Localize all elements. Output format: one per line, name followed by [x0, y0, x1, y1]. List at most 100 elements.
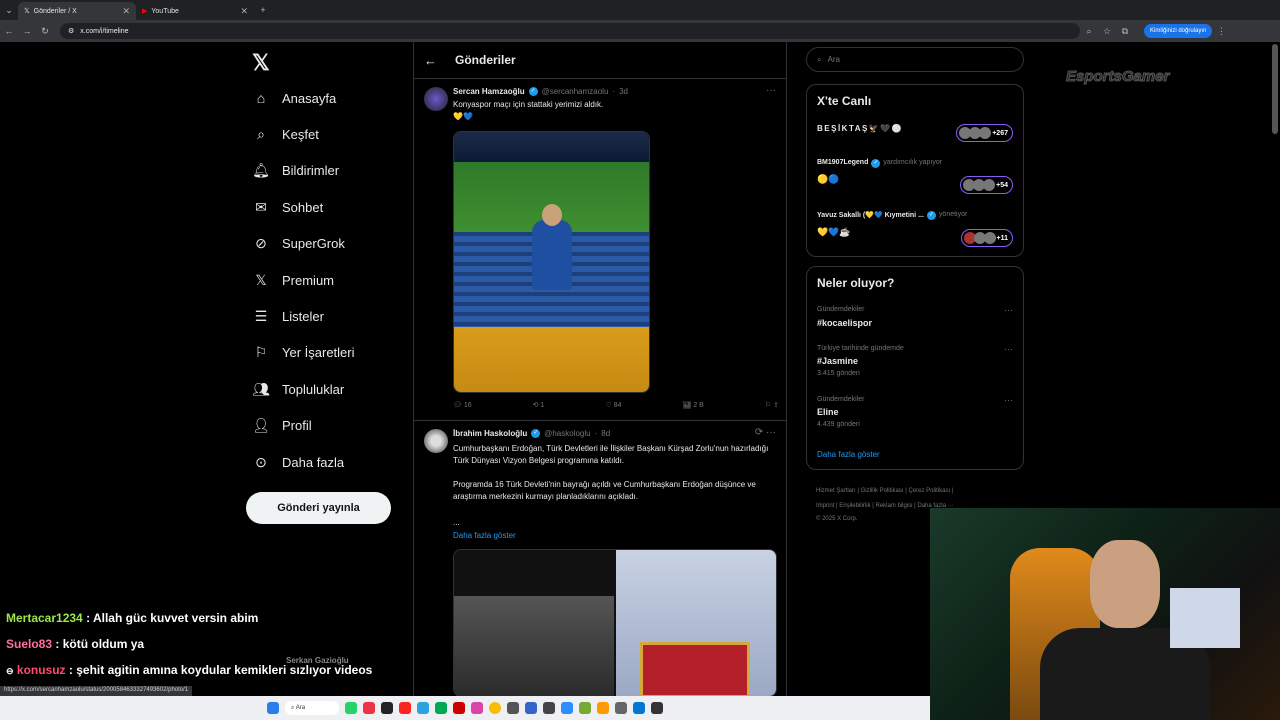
netflix-icon[interactable]: [453, 702, 465, 714]
more-options-icon[interactable]: ···: [766, 85, 776, 96]
verify-identity-button[interactable]: Kimliğinizi doğrulayın: [1144, 24, 1213, 38]
home-icon: ⌂: [256, 90, 266, 107]
nav-supergrok[interactable]: ⊘ SuperGrok: [252, 226, 412, 262]
tab-search-icon[interactable]: ⌄: [0, 5, 18, 16]
close-tab-icon[interactable]: ✕: [240, 6, 248, 17]
nav-lists[interactable]: ☰ Listeler: [252, 298, 412, 334]
tweet-header: Sercan Hamzaoğlu ✓ @sercanhamzaolu · 3d: [453, 87, 628, 96]
taskbar-search[interactable]: ⌕ Ara: [285, 701, 339, 715]
nav-explore[interactable]: ⌕ Keşfet: [252, 116, 412, 152]
trends-title: Neler oluyor?: [817, 276, 895, 290]
app-icon[interactable]: [633, 702, 645, 714]
bell-icon: 🔔︎: [252, 162, 270, 179]
trend-item[interactable]: #Jasmine: [817, 356, 858, 366]
tweet-photo[interactable]: [453, 131, 650, 393]
webcam-overlay: [930, 508, 1280, 720]
telegram-icon[interactable]: [417, 702, 429, 714]
nav-messages[interactable]: ✉ Sohbet: [252, 189, 412, 225]
nav-more[interactable]: ⊙ Daha fazla: [252, 444, 412, 480]
youtube-favicon-icon: ▶: [142, 8, 148, 15]
author-name[interactable]: İbrahim Haskoloğlu: [453, 429, 527, 438]
bookmark-star-icon[interactable]: ☆: [1098, 26, 1116, 37]
scrollbar[interactable]: [1272, 44, 1278, 134]
tweet-photo[interactable]: [616, 550, 776, 696]
app-icon[interactable]: [507, 702, 519, 714]
tab-x-timeline[interactable]: 𝕏 Gönderiler / X ✕: [18, 2, 136, 20]
live-listeners-pill[interactable]: +54: [960, 176, 1013, 194]
live-listeners-pill[interactable]: +11: [960, 229, 1013, 247]
more-options-icon[interactable]: ⟳ ···: [755, 427, 776, 438]
tweet-emoji: 💛💙: [453, 112, 473, 121]
tweet-photo[interactable]: [454, 596, 614, 696]
live-entry-name[interactable]: BEŞİKTAŞ🦅🖤⚪: [817, 124, 903, 133]
show-more-link[interactable]: Daha fazla göster: [453, 530, 773, 542]
nav-premium[interactable]: 𝕏 Premium: [252, 262, 412, 298]
views-button[interactable]: 📊︎ 2 B: [682, 401, 703, 409]
like-button[interactable]: ♡ 84: [605, 401, 621, 409]
avatar[interactable]: [424, 87, 448, 111]
trend-item[interactable]: Eline: [817, 407, 839, 417]
url-field[interactable]: ⚙ x.com/i/timeline: [60, 23, 1080, 39]
reply-button[interactable]: 💬︎ 16: [453, 401, 472, 409]
person-head: [542, 204, 562, 226]
app-icon[interactable]: [381, 702, 393, 714]
app-icon[interactable]: [363, 702, 375, 714]
chat-message: ⊖ konusuz : şehit agitin amına koydular …: [6, 663, 373, 677]
back-arrow-icon[interactable]: ←: [424, 53, 437, 68]
app-icon[interactable]: [651, 702, 663, 714]
tweet-time[interactable]: 3d: [619, 87, 628, 96]
avatar[interactable]: [424, 429, 448, 453]
menu-icon[interactable]: ⋮: [1212, 26, 1230, 37]
live-listeners-pill[interactable]: +267: [956, 124, 1013, 142]
nav-bookmarks[interactable]: ⚐ Yer İşaretleri: [252, 335, 412, 371]
chrome-icon[interactable]: [489, 702, 501, 714]
person-icon: 👤︎: [252, 417, 270, 434]
verified-badge-icon: ✓: [926, 211, 936, 220]
whatsapp-icon[interactable]: [345, 702, 357, 714]
nav-communities[interactable]: 👥︎ Topluluklar: [252, 371, 412, 407]
app-icon[interactable]: [579, 702, 591, 714]
search-input[interactable]: ⌕ Ara: [806, 47, 1024, 72]
reload-icon[interactable]: ↻: [36, 26, 54, 37]
bookmark-button[interactable]: ⚐ ⇪: [765, 401, 779, 409]
zoom-app-icon[interactable]: [561, 702, 573, 714]
retweet-button[interactable]: ⟲ 1: [533, 401, 545, 409]
column-divider: [786, 42, 787, 720]
x-favicon-icon: 𝕏: [24, 8, 30, 15]
zoom-icon[interactable]: ⌕: [1080, 26, 1098, 37]
close-tab-icon[interactable]: ✕: [122, 6, 130, 17]
back-icon[interactable]: ←: [0, 26, 18, 36]
tweet[interactable]: Sercan Hamzaoğlu ✓ @sercanhamzaolu · 3d …: [414, 78, 786, 418]
app-icon[interactable]: [525, 702, 537, 714]
author-handle[interactable]: @sercanhamzaolu: [542, 87, 609, 96]
author-handle[interactable]: @haskologlu: [544, 429, 590, 438]
app-icon[interactable]: [615, 702, 627, 714]
live-entry[interactable]: Yavuz Sakallı (💛💙 Kıymetini ... ✓ yönetiyo…: [817, 211, 967, 220]
nav-profile[interactable]: 👤︎ Profil: [252, 408, 412, 444]
more-options-icon[interactable]: ···: [1004, 395, 1013, 405]
nav-home[interactable]: ⌂ Anasayfa: [252, 80, 412, 116]
post-button[interactable]: Gönderi yayınla: [246, 492, 391, 524]
nav-notifications[interactable]: 🔔︎ Bildirimler: [252, 153, 412, 189]
tab-youtube[interactable]: ▶ YouTube ✕: [136, 2, 254, 20]
forward-icon[interactable]: →: [18, 26, 36, 36]
app-icon[interactable]: [399, 702, 411, 714]
show-more-link[interactable]: Daha fazla göster: [817, 450, 880, 459]
x-logo-icon[interactable]: 𝕏: [252, 50, 270, 76]
live-entry[interactable]: BM1907Legend ✓ yardımcılık yapıyor: [817, 159, 942, 168]
extensions-icon[interactable]: ⧉: [1116, 26, 1134, 37]
more-options-icon[interactable]: ···: [1004, 344, 1013, 354]
site-info-icon[interactable]: ⚙: [68, 27, 74, 35]
app-icon[interactable]: [435, 702, 447, 714]
more-options-icon[interactable]: ···: [1004, 305, 1013, 315]
app-icon[interactable]: [543, 702, 555, 714]
app-icon[interactable]: [471, 702, 483, 714]
trend-item[interactable]: #kocaelispor: [817, 318, 872, 328]
tweet-time[interactable]: 8d: [601, 429, 610, 438]
tweet[interactable]: İbrahim Haskoloğlu ✓ @haskologlu · 8d ⟳ …: [414, 420, 786, 697]
author-name[interactable]: Sercan Hamzaoğlu: [453, 87, 525, 96]
new-tab-icon[interactable]: +: [254, 5, 272, 15]
app-icon[interactable]: [597, 702, 609, 714]
windows-start-icon[interactable]: [267, 702, 279, 714]
framed-gift: [640, 642, 750, 696]
